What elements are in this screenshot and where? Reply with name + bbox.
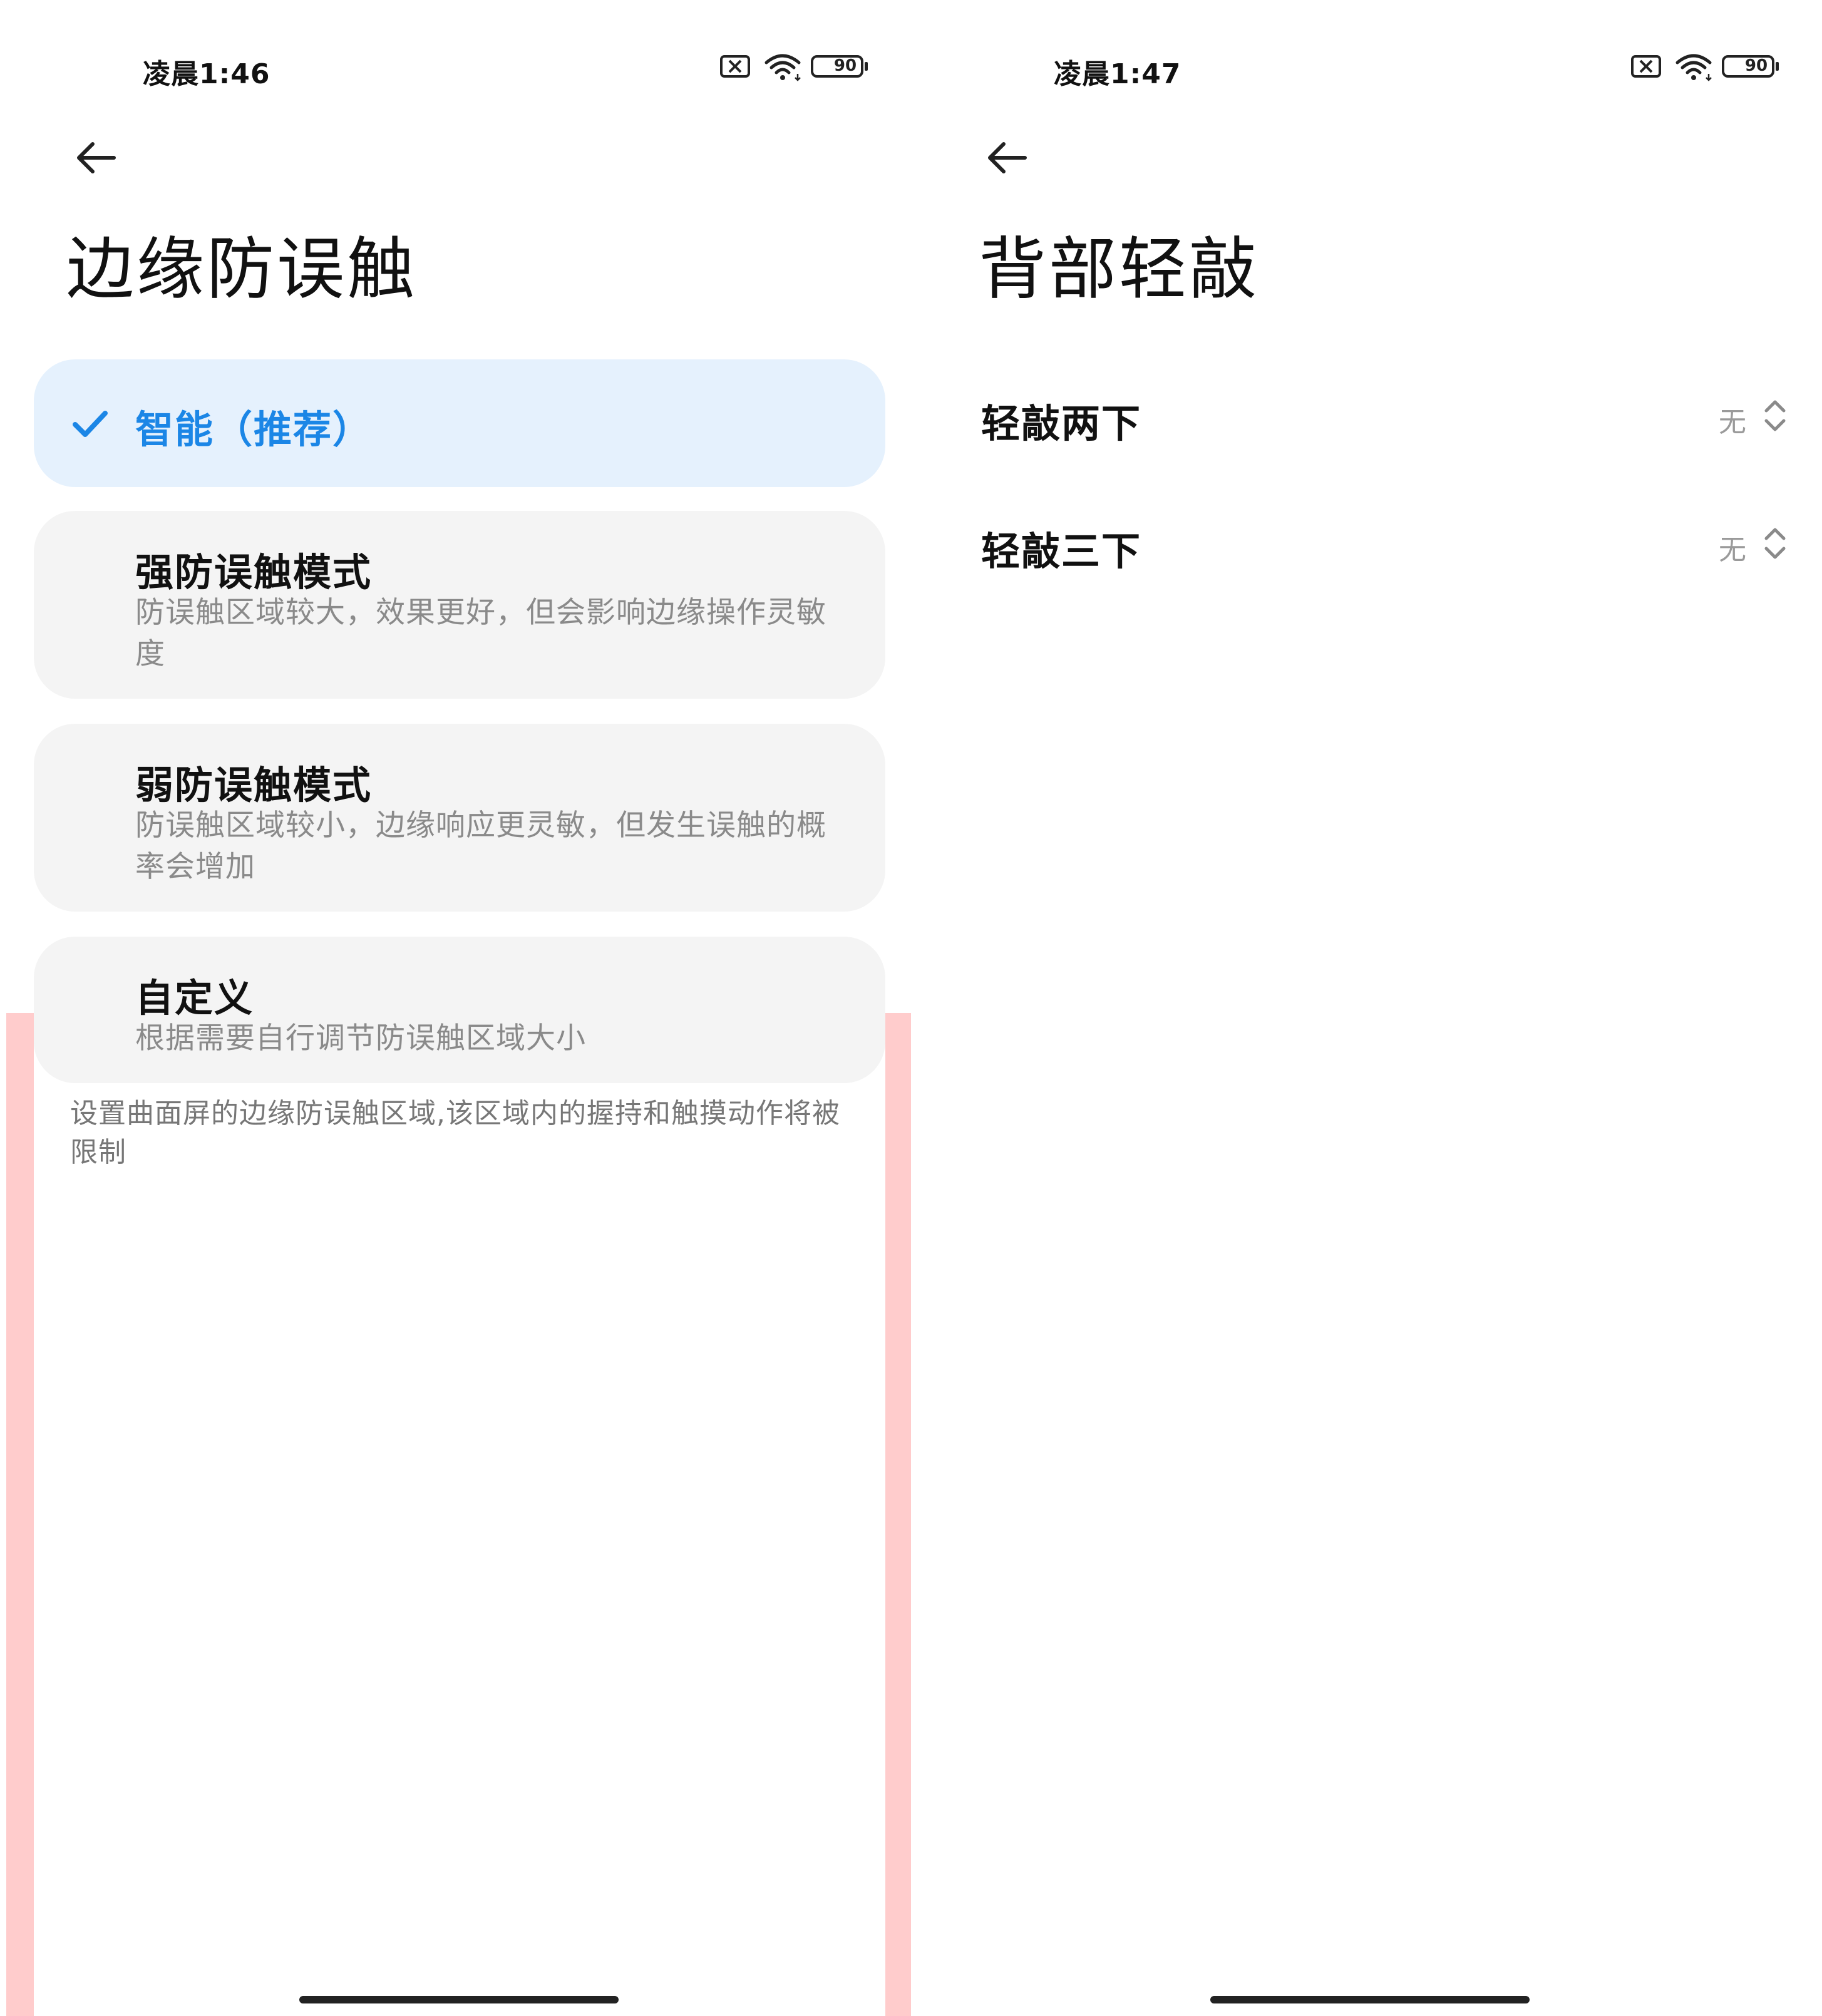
battery-level: 90 — [1744, 56, 1768, 75]
triple-tap-row[interactable]: 轻敲三下 无 — [981, 505, 1789, 580]
footnote: 设置曲面屏的边缘防误触区域,该区域内的握持和触摸动作将被限制 — [70, 1098, 840, 1168]
option-description: 防误触区域较大，效果更好，但会影响边缘操作灵敏度 — [135, 595, 826, 671]
row-value: 无 — [1719, 406, 1746, 438]
option-title: 弱防误触模式 — [135, 763, 373, 808]
sim-off-icon — [720, 55, 750, 78]
checkmark-icon — [73, 411, 108, 437]
row-value: 无 — [1719, 534, 1746, 566]
sim-off-icon — [1631, 55, 1661, 78]
right-edge-highlight — [885, 1013, 913, 2016]
battery-level: 90 — [833, 56, 857, 75]
status-time: 凌晨1:47 — [1054, 58, 1181, 90]
option-description: 防误触区域较小，边缘响应更灵敏，但发生误触的概率会增加 — [135, 808, 826, 884]
option-smart[interactable]: 智能（推荐） — [34, 359, 885, 487]
chevron-up-down-icon — [1764, 528, 1786, 559]
page-title: 背部轻敲 — [979, 230, 1260, 309]
wifi-icon — [764, 54, 801, 81]
option-description: 根据需要自行调节防误触区域大小 — [135, 1021, 586, 1056]
back-tap-screen: 凌晨1:47 90 背部轻敲 轻敲两下 无 轻敲三下 无 — [911, 0, 1822, 2016]
status-icons: 90 — [1630, 53, 1780, 83]
row-label: 轻敲两下 — [981, 401, 1142, 446]
option-custom[interactable]: 自定义 根据需要自行调节防误触区域大小 — [34, 937, 885, 1083]
option-weak-mode[interactable]: 弱防误触模式 防误触区域较小，边缘响应更灵敏，但发生误触的概率会增加 — [34, 724, 885, 912]
back-arrow-icon[interactable] — [70, 131, 123, 184]
home-indicator[interactable] — [1210, 1996, 1530, 2003]
option-title: 自定义 — [135, 976, 254, 1021]
wifi-icon — [1675, 54, 1712, 81]
double-tap-row[interactable]: 轻敲两下 无 — [981, 377, 1789, 452]
chevron-up-down-icon — [1764, 400, 1786, 431]
row-label: 轻敲三下 — [981, 528, 1142, 574]
option-strong-mode[interactable]: 强防误触模式 防误触区域较大，效果更好，但会影响边缘操作灵敏度 — [34, 511, 885, 699]
status-icons: 90 — [719, 53, 869, 83]
status-time: 凌晨1:46 — [143, 58, 270, 90]
back-arrow-icon[interactable] — [981, 131, 1034, 184]
option-title: 智能（推荐） — [135, 408, 373, 452]
home-indicator[interactable] — [299, 1996, 619, 2003]
edge-touch-screen: 凌晨1:46 90 边缘防误触 智能（推荐） 强防误触模式 防误触区域较大，效果… — [0, 0, 913, 2016]
left-edge-highlight — [6, 1013, 34, 2016]
page-title: 边缘防误触 — [66, 230, 418, 309]
option-title: 强防误触模式 — [135, 550, 373, 595]
